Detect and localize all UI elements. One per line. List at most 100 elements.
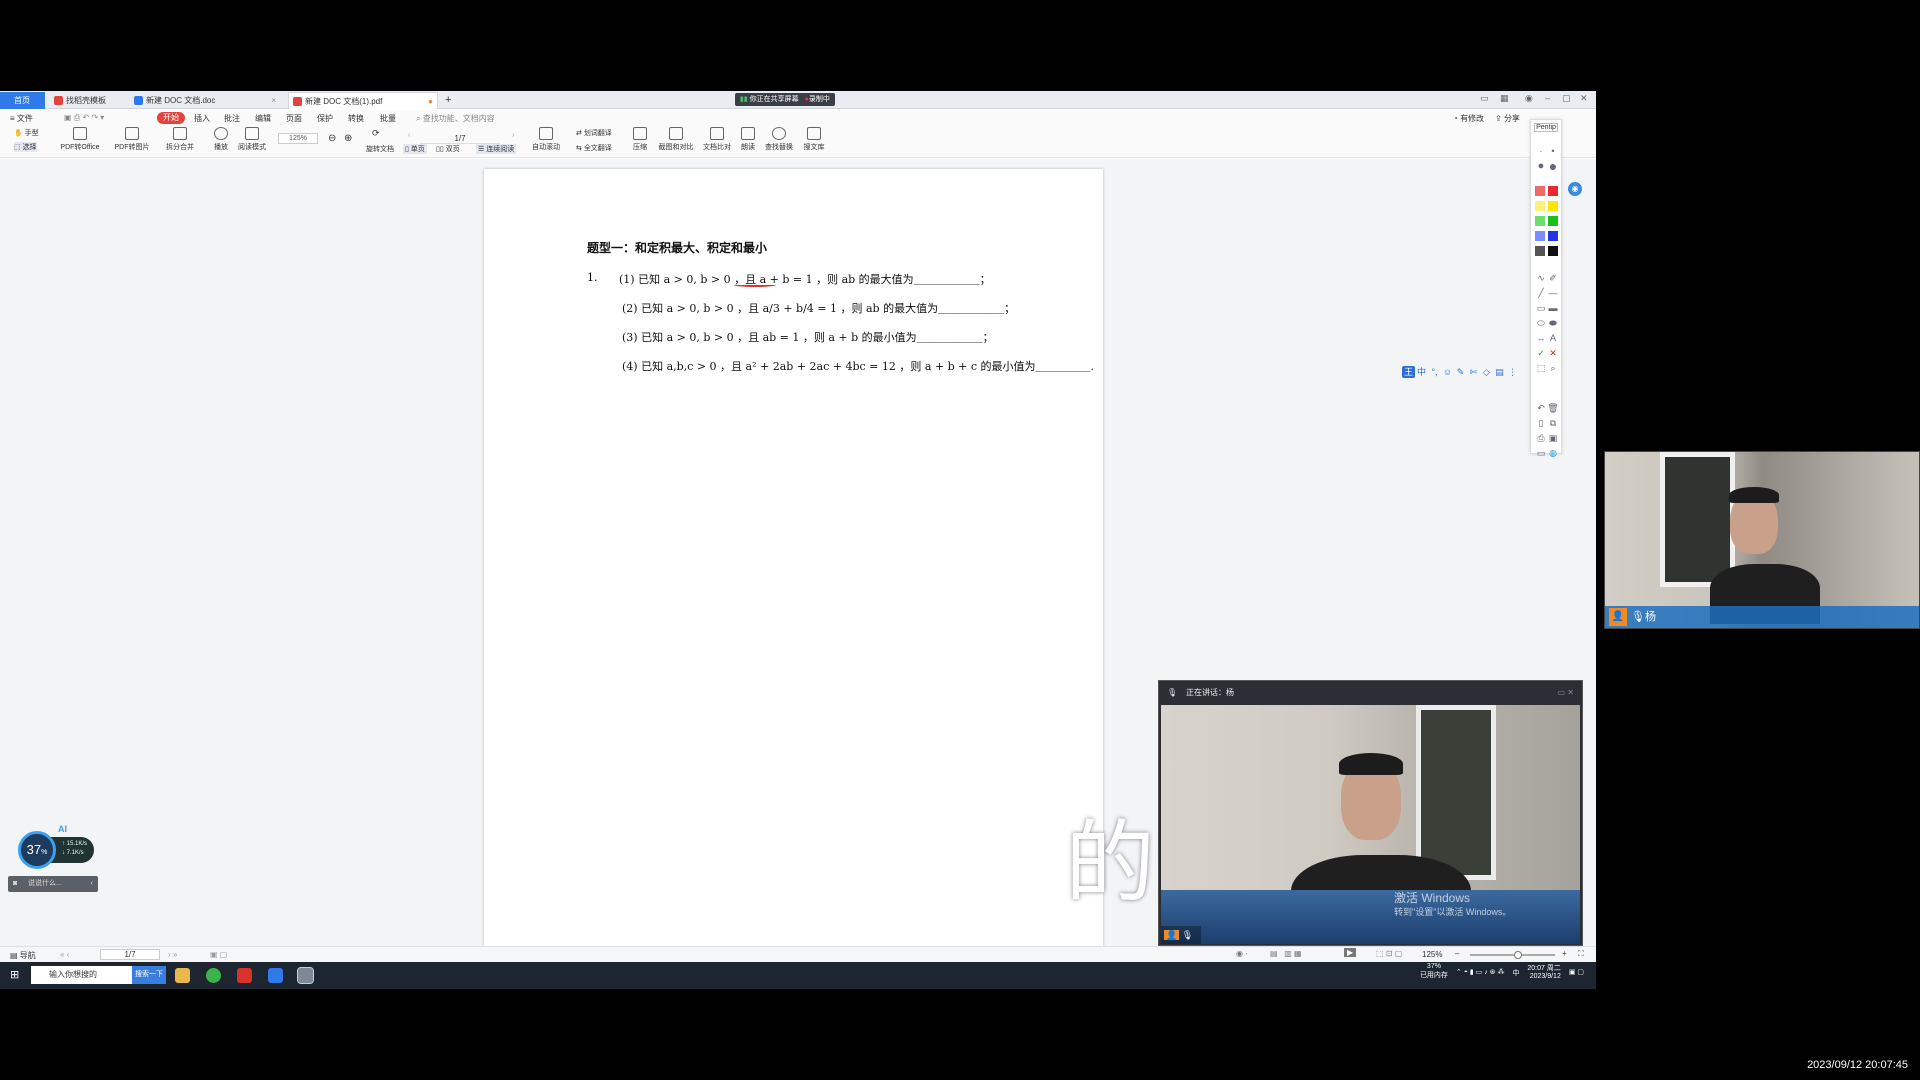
last-page-icon[interactable]: › »	[168, 950, 177, 959]
color-swatch[interactable]	[1535, 201, 1545, 211]
pen-xlarge-icon[interactable]: ●	[1547, 158, 1559, 174]
status-zoom-value[interactable]: 125%	[1422, 950, 1442, 959]
zoom-in-icon[interactable]: ⊕	[344, 133, 352, 144]
pdf-to-office-button[interactable]: PDF转Office	[58, 127, 102, 152]
camera-thumbnail[interactable]: 👤 🎙 杨	[1604, 451, 1920, 629]
view-icons[interactable]: ▣ ▢	[210, 950, 227, 959]
color-swatch[interactable]	[1535, 186, 1545, 196]
share-button[interactable]: ⇪ 分享	[1495, 113, 1520, 124]
tray-clock[interactable]: 20:07 周二 2023/9/12	[1527, 963, 1560, 980]
word-translate-button[interactable]: ⇄ 划词翻译	[576, 128, 612, 138]
delete-icon[interactable]: 🗑	[1547, 403, 1559, 414]
layout-icon[interactable]: ▭	[1480, 93, 1489, 104]
menu-page[interactable]: 页面	[286, 113, 302, 124]
rectangle-tool-icon[interactable]: ▭	[1535, 303, 1547, 314]
more-icon[interactable]: ⋮	[1506, 366, 1519, 378]
share-status-pill[interactable]: ▮▮ 你正在共享屏幕 ●录制中	[735, 93, 835, 106]
fullscreen-icon[interactable]: ⛶	[1578, 949, 1584, 959]
close-window-icon[interactable]: ✕	[1580, 93, 1588, 104]
curve-tool-icon[interactable]: ∿	[1535, 273, 1547, 284]
pinyin-icon[interactable]: °,	[1428, 366, 1441, 378]
double-page-button[interactable]: ▯▯ 双页	[436, 144, 460, 154]
assistant-bubble-icon[interactable]: ◉	[1568, 182, 1582, 196]
pdf-to-image-button[interactable]: PDF转图片	[112, 127, 152, 152]
rotate-doc-button[interactable]: 旋转文档	[362, 144, 398, 154]
line-tool-icon[interactable]: ╱	[1535, 288, 1547, 299]
chat-input-bar[interactable]: ◙ 说说什么... ‹	[8, 876, 98, 892]
cross-icon[interactable]: ✕	[1547, 348, 1559, 359]
nav-button[interactable]: ▤ 导航	[10, 950, 36, 961]
text-tool-icon[interactable]: A	[1547, 333, 1559, 343]
full-translate-button[interactable]: ⇆ 全文翻译	[576, 143, 612, 153]
zoom-out-icon[interactable]: ⊖	[328, 133, 336, 144]
tab-pdf[interactable]: 新建 DOC 文档(1).pdf ●	[288, 92, 438, 109]
speaker-video-window[interactable]: 🎙正在讲话：杨▭ ✕ 👤 🎙杨	[1158, 680, 1583, 946]
play-mode-icon[interactable]: ▶	[1344, 948, 1357, 957]
prev-page-icon[interactable]: ‹	[408, 132, 410, 139]
color-swatch[interactable]	[1548, 216, 1558, 226]
taskbar-search-input[interactable]: 输入你想搜的	[31, 966, 132, 984]
color-swatch[interactable]	[1535, 231, 1545, 241]
select-area-icon[interactable]: ⬚	[1535, 363, 1547, 374]
rotate-doc-icon[interactable]: ⟳	[372, 128, 380, 139]
arrow-tool-icon[interactable]: ↔	[1535, 333, 1547, 343]
split-merge-button[interactable]: 拆分合并	[160, 127, 200, 152]
menu-search[interactable]: ⌕ 查找功能、文档内容	[416, 113, 495, 124]
straight-line-icon[interactable]: —	[1547, 288, 1559, 298]
check-icon[interactable]: ✓	[1535, 348, 1547, 359]
unsaved-dot-icon[interactable]: ●	[428, 93, 433, 109]
pen-large-icon[interactable]: ●	[1535, 160, 1547, 172]
taskbar-search-button[interactable]: 搜索一下	[132, 966, 166, 984]
filled-ellipse-icon[interactable]: ⬬	[1547, 318, 1559, 329]
compress-button[interactable]: 压缩	[630, 127, 650, 152]
menu-insert[interactable]: 插入	[194, 113, 210, 124]
print-icon[interactable]: ⎙	[1535, 433, 1547, 444]
pen-medium-icon[interactable]: •	[1547, 146, 1559, 156]
tab-doc[interactable]: 新建 DOC 文档.doc ×	[130, 92, 280, 109]
chinese-icon[interactable]: 中	[1415, 366, 1428, 378]
page-view-icons[interactable]: ▤ ▥ ▦	[1270, 949, 1310, 958]
globe-icon[interactable]: ◍	[1547, 448, 1559, 459]
emoji-icon[interactable]: ☺	[1441, 366, 1454, 378]
keyboard-icon[interactable]: ▤	[1493, 366, 1506, 378]
zoom-slider-thumb[interactable]	[1514, 951, 1522, 959]
screenshot-compare-button[interactable]: 截图和对比	[656, 127, 696, 152]
next-page-icon[interactable]: ›	[512, 132, 514, 139]
chevron-left-icon[interactable]: ‹	[91, 876, 93, 892]
blank-page-icon[interactable]: ▯	[1535, 418, 1547, 429]
doc-compare-button[interactable]: 文档比对	[700, 127, 734, 152]
pen-icon[interactable]: ✎	[1454, 366, 1467, 378]
play-button[interactable]: 播放	[210, 127, 232, 152]
tools-icon[interactable]: ✄	[1467, 366, 1480, 378]
zoom-slider[interactable]	[1470, 951, 1555, 959]
skin-icon[interactable]: ◇	[1480, 366, 1493, 378]
read-mode-button[interactable]: 阅读模式	[234, 127, 270, 152]
eraser-icon[interactable]: ✐	[1547, 273, 1559, 284]
menu-convert[interactable]: 转换	[348, 113, 364, 124]
zoom-minus-icon[interactable]: –	[1455, 949, 1459, 958]
menu-start[interactable]: 开始	[157, 112, 185, 124]
status-page-input[interactable]: 1/7	[100, 949, 160, 960]
search-library-button[interactable]: 搜文库	[800, 127, 828, 152]
modified-button[interactable]: ◔ 有修改	[1453, 113, 1484, 124]
annotation-main-icon[interactable]: 王	[1402, 366, 1415, 378]
hand-tool[interactable]: ✋ 手型	[14, 128, 39, 138]
read-aloud-button[interactable]: 朗读	[738, 127, 758, 152]
fit-icons[interactable]: ⬚ ⊡ ▢	[1376, 949, 1402, 958]
close-icon[interactable]: ×	[271, 92, 276, 109]
tab-template[interactable]: 找稻壳模板	[50, 92, 130, 109]
menu-batch[interactable]: 批量	[380, 113, 396, 124]
quick-access-icons[interactable]: ▣ ⎙ ↶ ↷ ▾	[64, 113, 104, 123]
windows-start-icon[interactable]: ⊞	[10, 968, 19, 981]
zoom-select[interactable]: 125%	[278, 133, 318, 144]
avatar-icon[interactable]: ◉	[1525, 93, 1533, 104]
minimize-icon[interactable]: –	[1545, 93, 1550, 103]
copy-icon[interactable]: ⧉	[1547, 418, 1559, 429]
undo-icon[interactable]: ↶	[1535, 403, 1547, 414]
magnifier-icon[interactable]: ⌕	[1547, 363, 1559, 374]
single-page-button[interactable]: ▯ 单页	[403, 144, 427, 154]
meeting-app-icon[interactable]	[268, 968, 283, 983]
screen-icon[interactable]: ▭	[1535, 448, 1547, 459]
color-swatch[interactable]	[1548, 186, 1558, 196]
grid-icon[interactable]: ▦	[1500, 93, 1509, 104]
